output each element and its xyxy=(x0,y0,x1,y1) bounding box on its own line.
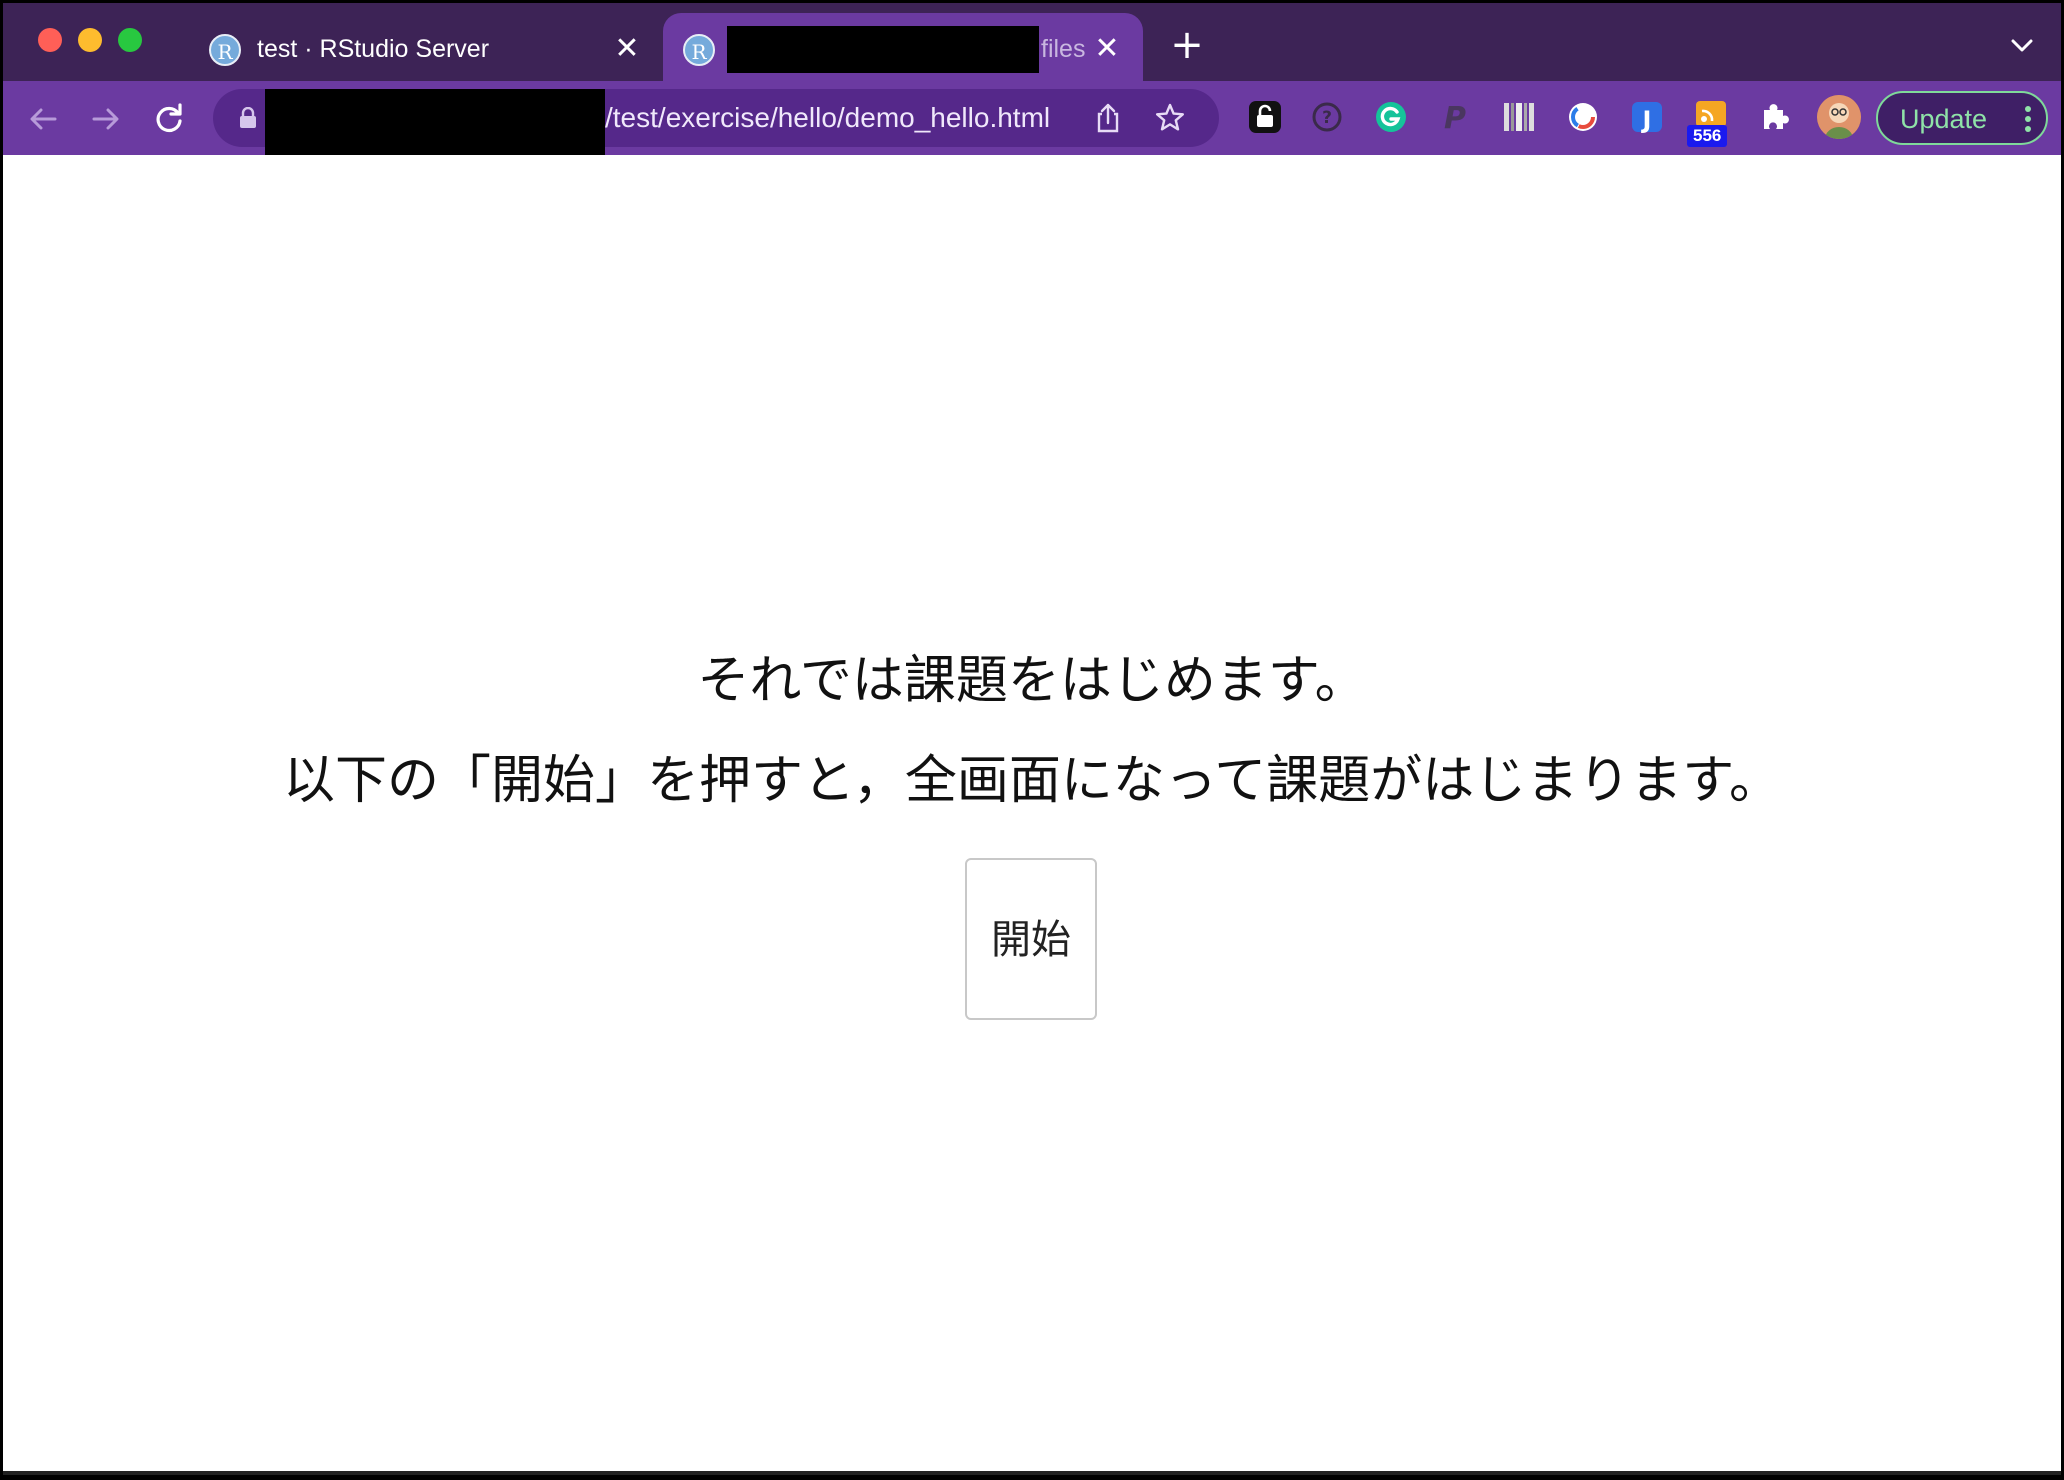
lock-extension-icon[interactable] xyxy=(1245,97,1285,137)
close-window-button[interactable] xyxy=(38,28,62,52)
start-button[interactable]: 開始 xyxy=(965,858,1097,1020)
share-icon[interactable] xyxy=(1091,101,1125,135)
bookmark-star-icon[interactable] xyxy=(1153,101,1187,135)
tab-strip: R test · RStudio Server ✕ R files ✕ + xyxy=(3,3,2061,81)
intro-heading: それでは課題をはじめます。 xyxy=(697,651,1367,711)
profile-avatar[interactable] xyxy=(1817,95,1861,139)
lock-icon[interactable] xyxy=(239,106,257,129)
j-extension-icon[interactable]: J xyxy=(1627,97,1667,137)
toolbar: /test/exercise/hello/demo_hello.html xyxy=(3,81,2061,159)
redacted-url-host xyxy=(265,89,605,159)
tab-active[interactable]: R files ✕ xyxy=(663,13,1143,81)
circle-extension-icon[interactable] xyxy=(1563,97,1603,137)
svg-text:?: ? xyxy=(1322,108,1332,128)
reload-icon[interactable] xyxy=(147,97,191,141)
page-content: それでは課題をはじめます。 以下の「開始」を押すと，全画面になって課題がはじまり… xyxy=(3,155,2061,1475)
back-arrow-icon[interactable] xyxy=(21,97,65,141)
minimize-window-button[interactable] xyxy=(78,28,102,52)
window-bottom-edge xyxy=(3,1471,2061,1475)
address-bar[interactable]: /test/exercise/hello/demo_hello.html xyxy=(213,89,1219,159)
puzzle-piece-icon[interactable] xyxy=(1755,97,1795,137)
maximize-window-button[interactable] xyxy=(118,28,142,52)
browser-window: R test · RStudio Server ✕ R files ✕ + /t… xyxy=(3,3,2061,1475)
update-button[interactable]: Update xyxy=(1876,91,2048,145)
new-tab-plus-icon[interactable]: + xyxy=(1167,25,1207,65)
close-tab-icon[interactable]: ✕ xyxy=(609,31,645,67)
redacted-tab-title xyxy=(727,26,1039,73)
url-text[interactable]: /test/exercise/hello/demo_hello.html xyxy=(605,99,1050,137)
barcode-extension-icon[interactable] xyxy=(1499,97,1539,137)
close-tab-icon[interactable]: ✕ xyxy=(1089,31,1125,67)
more-vertical-icon[interactable] xyxy=(2024,103,2032,135)
instruction-text: 以下の「開始」を押すと，全画面になって課題がはじまります。 xyxy=(282,751,1782,811)
rss-count-badge: 556 xyxy=(1687,125,1728,147)
update-button-label: Update xyxy=(1900,104,1988,134)
rstudio-favicon-icon: R xyxy=(683,34,715,66)
forward-arrow-icon[interactable] xyxy=(84,97,128,141)
rstudio-favicon-icon: R xyxy=(209,34,241,66)
tab-title: files xyxy=(1041,35,1086,63)
tab-rstudio-server[interactable]: R test · RStudio Server ✕ xyxy=(189,13,663,81)
tab-search-chevron-icon[interactable] xyxy=(2007,31,2037,61)
tab-title: test · RStudio Server xyxy=(257,35,490,63)
paypal-icon[interactable]: P xyxy=(1435,97,1475,137)
svg-text:J: J xyxy=(1641,106,1652,134)
question-circle-extension-icon[interactable]: ? xyxy=(1307,97,1347,137)
svg-text:P: P xyxy=(1444,101,1466,136)
grammarly-icon[interactable] xyxy=(1371,97,1411,137)
